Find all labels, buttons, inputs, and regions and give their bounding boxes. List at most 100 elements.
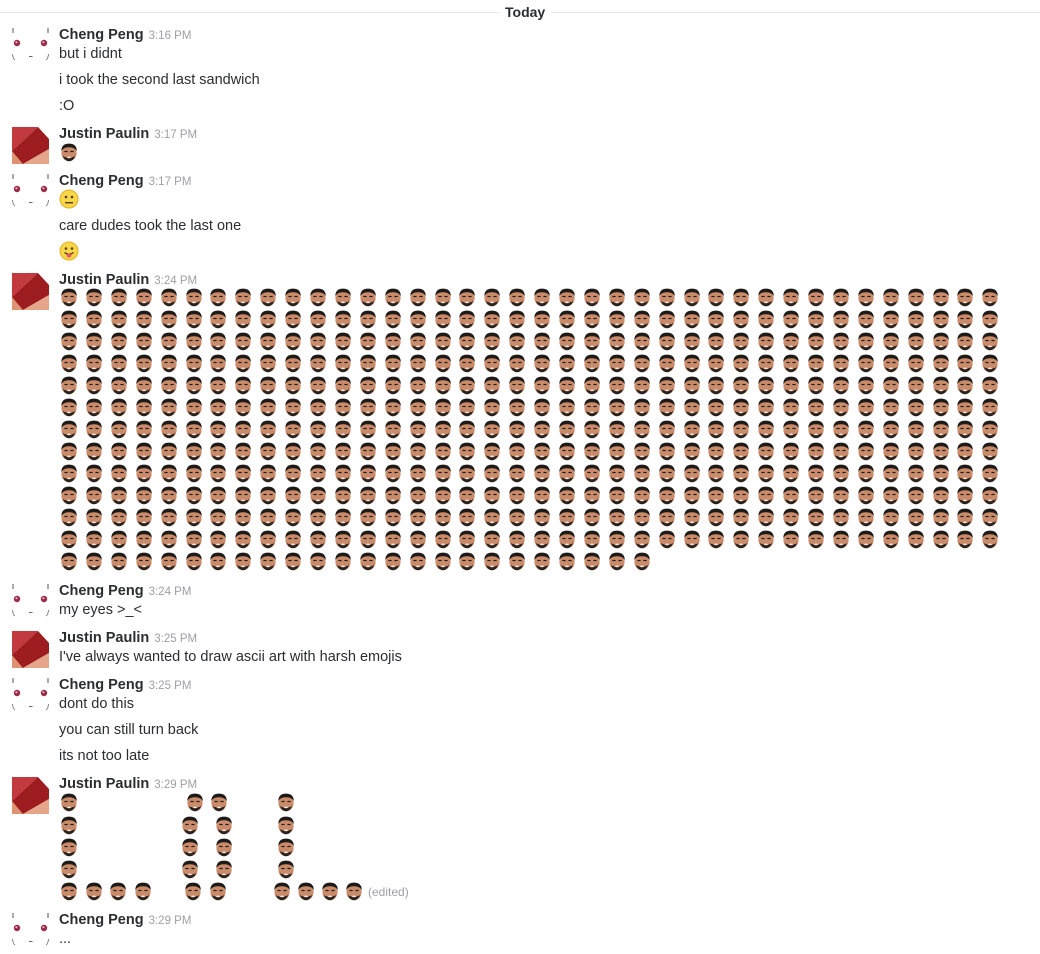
face-emoji-icon bbox=[84, 331, 104, 351]
red-tri-avatar-icon[interactable] bbox=[12, 127, 49, 164]
face-emoji-icon bbox=[756, 463, 776, 483]
face-emoji-icon bbox=[308, 419, 328, 439]
timestamp[interactable]: 3:16 PM bbox=[149, 30, 192, 42]
face-emoji-icon bbox=[482, 441, 502, 461]
timestamp[interactable]: 3:25 PM bbox=[149, 680, 192, 692]
author-name[interactable]: Cheng Peng bbox=[59, 27, 144, 43]
face-emoji-icon bbox=[482, 485, 502, 505]
face-emoji-icon bbox=[208, 397, 228, 417]
face-emoji-icon bbox=[184, 441, 204, 461]
timestamp[interactable]: 3:17 PM bbox=[149, 176, 192, 188]
face-emoji-icon bbox=[208, 353, 228, 373]
face-emoji-icon bbox=[906, 529, 926, 549]
face-emoji-icon bbox=[955, 529, 975, 549]
face-emoji-icon bbox=[184, 287, 204, 307]
red-tri-avatar-icon[interactable] bbox=[12, 273, 49, 310]
face-emoji-icon bbox=[283, 441, 303, 461]
face-emoji-icon bbox=[955, 463, 975, 483]
message: Justin Paulin 3:29 PM (edited) bbox=[0, 775, 1040, 905]
face-emoji-icon bbox=[657, 485, 677, 505]
timestamp[interactable]: 3:25 PM bbox=[154, 633, 197, 645]
face-emoji-icon bbox=[59, 287, 79, 307]
timestamp[interactable]: 3:24 PM bbox=[149, 586, 192, 598]
face-emoji-icon bbox=[283, 463, 303, 483]
face-emoji-icon bbox=[607, 507, 627, 527]
face-emoji-icon bbox=[208, 287, 228, 307]
face-emoji-icon bbox=[457, 463, 477, 483]
author-name[interactable]: Cheng Peng bbox=[59, 912, 144, 928]
face-emoji-icon bbox=[433, 507, 453, 527]
face-emoji-icon bbox=[806, 507, 826, 527]
face-emoji-icon bbox=[308, 309, 328, 329]
face-emoji-icon bbox=[433, 397, 453, 417]
face-emoji-icon bbox=[457, 331, 477, 351]
face-emoji-icon bbox=[532, 507, 552, 527]
face-emoji-icon bbox=[408, 353, 428, 373]
face-emoji-icon bbox=[582, 463, 602, 483]
face-emoji-icon bbox=[308, 287, 328, 307]
cute-face-avatar-icon[interactable] bbox=[12, 584, 49, 621]
face-emoji-icon bbox=[955, 353, 975, 373]
face-emoji-icon bbox=[358, 375, 378, 395]
cute-face-avatar-icon[interactable] bbox=[12, 678, 49, 715]
face-emoji-icon bbox=[233, 529, 253, 549]
face-emoji-icon bbox=[906, 485, 926, 505]
divider-label[interactable]: Today bbox=[499, 4, 552, 21]
author-name[interactable]: Justin Paulin bbox=[59, 272, 149, 288]
face-emoji-icon bbox=[333, 287, 353, 307]
face-emoji-icon bbox=[84, 309, 104, 329]
face-emoji-icon bbox=[731, 397, 751, 417]
face-emoji-icon bbox=[706, 397, 726, 417]
face-emoji-icon bbox=[457, 485, 477, 505]
face-emoji-icon bbox=[831, 441, 851, 461]
face-emoji-icon bbox=[980, 331, 1000, 351]
timestamp[interactable]: 3:29 PM bbox=[149, 915, 192, 927]
face-emoji-icon bbox=[358, 287, 378, 307]
message: Cheng Peng 3:17 PM care dudes took the la… bbox=[0, 172, 1040, 264]
face-emoji-icon bbox=[308, 375, 328, 395]
face-emoji-icon bbox=[582, 441, 602, 461]
face-emoji-icon bbox=[184, 419, 204, 439]
face-emoji-icon bbox=[308, 463, 328, 483]
author-name[interactable]: Justin Paulin bbox=[59, 126, 149, 142]
author-name[interactable]: Cheng Peng bbox=[59, 173, 144, 189]
author-name[interactable]: Cheng Peng bbox=[59, 677, 144, 693]
face-emoji-icon bbox=[632, 309, 652, 329]
face-emoji-icon bbox=[881, 397, 901, 417]
face-emoji-icon bbox=[283, 551, 303, 571]
face-emoji-icon bbox=[856, 375, 876, 395]
face-emoji-icon bbox=[980, 463, 1000, 483]
face-emoji-icon bbox=[433, 331, 453, 351]
face-emoji-icon bbox=[706, 331, 726, 351]
face-emoji-icon bbox=[931, 529, 951, 549]
cute-face-avatar-icon[interactable] bbox=[12, 913, 49, 950]
face-emoji-icon bbox=[756, 353, 776, 373]
face-emoji-icon bbox=[980, 287, 1000, 307]
face-emoji-icon bbox=[59, 507, 79, 527]
face-emoji-icon bbox=[408, 485, 428, 505]
cute-face-avatar-icon[interactable] bbox=[12, 28, 49, 65]
face-emoji-icon bbox=[831, 507, 851, 527]
face-emoji-icon bbox=[109, 529, 129, 549]
face-emoji-icon bbox=[682, 397, 702, 417]
face-emoji-icon bbox=[208, 419, 228, 439]
face-emoji-icon bbox=[233, 375, 253, 395]
face-emoji-icon bbox=[955, 309, 975, 329]
author-name[interactable]: Justin Paulin bbox=[59, 630, 149, 646]
face-emoji-icon bbox=[607, 485, 627, 505]
face-emoji-icon bbox=[283, 309, 303, 329]
face-emoji-icon bbox=[159, 441, 179, 461]
timestamp[interactable]: 3:17 PM bbox=[154, 129, 197, 141]
face-emoji-icon bbox=[881, 529, 901, 549]
timestamp[interactable]: 3:24 PM bbox=[154, 275, 197, 287]
face-emoji-icon bbox=[134, 529, 154, 549]
face-emoji-icon bbox=[756, 419, 776, 439]
message-text: you can still turn back bbox=[59, 722, 199, 738]
face-emoji-icon bbox=[955, 419, 975, 439]
cute-face-avatar-icon[interactable] bbox=[12, 174, 49, 211]
message-header: Cheng Peng 3:25 PM bbox=[59, 676, 191, 695]
author-name[interactable]: Cheng Peng bbox=[59, 583, 144, 599]
face-emoji-icon bbox=[283, 287, 303, 307]
red-tri-avatar-icon[interactable] bbox=[12, 631, 49, 668]
face-emoji-icon bbox=[159, 485, 179, 505]
